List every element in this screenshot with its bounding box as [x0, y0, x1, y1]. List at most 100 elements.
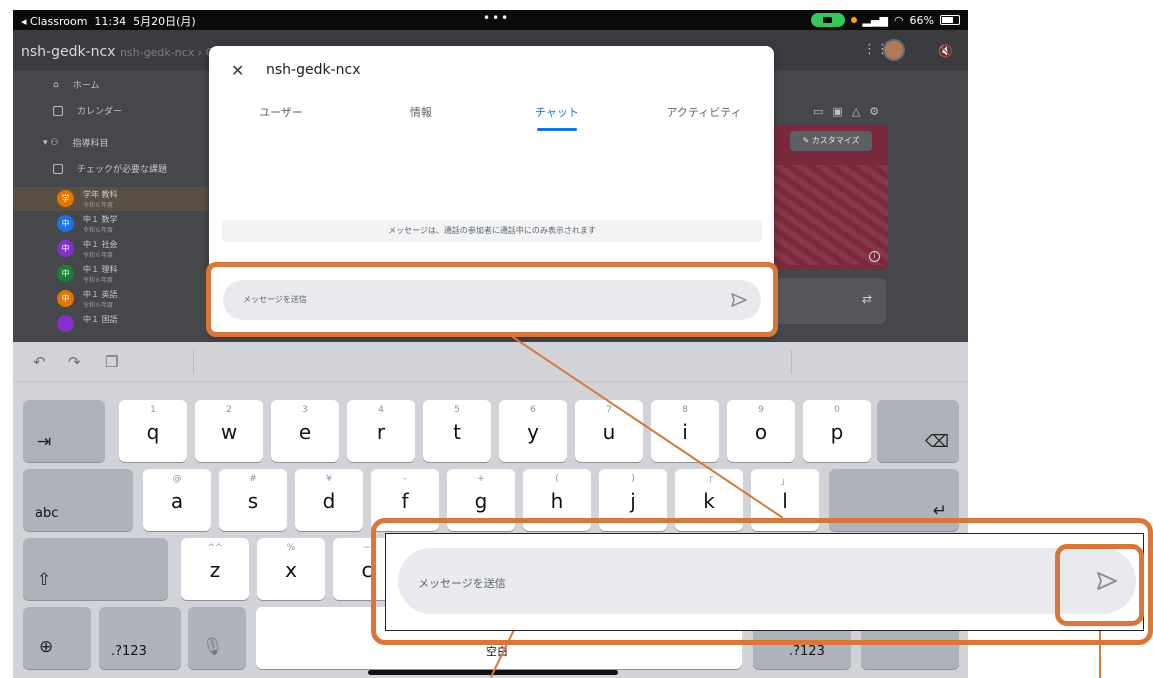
key-primary-label: h: [550, 489, 564, 513]
key-u[interactable]: 7u: [575, 400, 643, 462]
banner-pattern: [768, 165, 888, 265]
class-name: 中１ 理科: [83, 265, 118, 274]
key-primary-label: x: [285, 558, 297, 582]
key-primary-label: l: [782, 489, 788, 513]
class-list-item[interactable]: 中中１ 理科 令和６年度: [13, 262, 208, 286]
close-icon[interactable]: ✕: [231, 63, 244, 79]
class-year: 令和６年度: [83, 277, 114, 284]
class-name: 中１ 数学: [83, 215, 118, 224]
class-list-item[interactable]: 中中１ 社会 令和６年度: [13, 237, 208, 261]
tab-activity[interactable]: アクティビティ: [654, 104, 754, 120]
customize-button[interactable]: ✎ カスタマイズ: [790, 131, 872, 151]
sidebar-item-label: カレンダー: [77, 107, 123, 117]
key-primary-label: t: [453, 420, 461, 444]
class-year: 令和６年度: [83, 202, 114, 209]
sidebar-item-calendar[interactable]: カレンダー: [53, 104, 122, 117]
key-secondary-label: 6: [530, 405, 536, 415]
key-s[interactable]: # s: [219, 469, 287, 531]
status-left: ◂ Classroom 11:34 5月20日(月): [21, 13, 196, 29]
key-primary-label: r: [376, 420, 386, 444]
tab-info[interactable]: 情報: [371, 104, 471, 120]
sidebar-item-teaching[interactable]: ▾ ⚇ 指導科目: [43, 136, 109, 150]
class-list-item[interactable]: 中中１ 英語 令和６年度: [13, 287, 208, 311]
key-q[interactable]: 1q: [119, 400, 187, 462]
drive-icon[interactable]: △: [852, 105, 869, 118]
calendar-icon[interactable]: ▣: [832, 105, 851, 118]
multitask-dots[interactable]: •••: [483, 11, 510, 25]
key-t[interactable]: 5t: [423, 400, 491, 462]
wifi-icon: ◠: [893, 13, 904, 27]
key-a[interactable]: @ a: [143, 469, 211, 531]
key-secondary-label: ^^: [207, 543, 223, 553]
paste-icon[interactable]: ❐: [105, 353, 118, 371]
key-secondary-label: 5: [454, 405, 460, 415]
breadcrumb-class[interactable]: nsh-gedk-ncx: [21, 44, 116, 60]
key-d[interactable]: ¥ d: [295, 469, 363, 531]
info-icon[interactable]: i: [869, 251, 880, 262]
class-avatar: 中: [57, 290, 74, 307]
account-avatar[interactable]: [883, 39, 905, 61]
dialog-title: nsh-gedk-ncx: [266, 62, 361, 78]
key-y[interactable]: 6y: [499, 400, 567, 462]
sidebar-item-label: ホーム: [72, 81, 100, 91]
settings-icon[interactable]: ⚙: [869, 105, 888, 118]
key-secondary-label: 」: [780, 477, 790, 487]
key-e[interactable]: 3e: [271, 400, 339, 462]
abc-key[interactable]: abc: [23, 469, 133, 531]
divider: [791, 350, 792, 374]
key-primary-label: k: [703, 489, 715, 513]
key-secondary-label: 9: [758, 405, 764, 415]
key-secondary-label: -: [403, 474, 407, 484]
class-list-item[interactable]: 学学年 教科 令和６年度: [13, 187, 208, 211]
key-secondary-label: #: [249, 474, 257, 484]
class-header-icons: ▭▣△⚙: [813, 105, 888, 118]
calendar-icon: [53, 105, 63, 116]
sidebar-item-label: 指導科目: [72, 139, 109, 149]
keyboard-shortcut-bar: ↶ ↷ ❐: [13, 342, 968, 382]
active-tab-indicator: [537, 128, 577, 131]
tab-key[interactable]: ⇥: [23, 400, 105, 462]
video-icon[interactable]: ▭: [813, 105, 832, 118]
class-list-item[interactable]: 中中１ 数学 令和６年度: [13, 212, 208, 236]
key-primary-label: g: [474, 489, 488, 513]
key-secondary-label: 2: [226, 405, 232, 415]
highlight-box-input: [206, 262, 778, 337]
dictation-key[interactable]: 🎙: [188, 607, 246, 669]
mute-icon[interactable]: 🔇: [938, 44, 953, 58]
people-icon: ▾ ⚇: [43, 137, 59, 148]
home-icon: ⌂: [53, 79, 59, 90]
undo-icon[interactable]: ↶: [33, 353, 46, 371]
sidebar-item-home[interactable]: ⌂ ホーム: [53, 78, 100, 92]
switch-icon[interactable]: ⇄: [862, 292, 872, 306]
delete-key[interactable]: ⌫: [877, 400, 959, 462]
tab-chat[interactable]: チャット: [507, 104, 607, 120]
camera-in-use-icon: [810, 13, 845, 27]
key-w[interactable]: 2w: [195, 400, 263, 462]
key-primary-label: q: [146, 420, 160, 444]
numbers-label: .?123: [789, 644, 825, 659]
back-to-app-link[interactable]: ◂ Classroom: [21, 15, 87, 28]
sidebar-item-todo[interactable]: チェックが必要な課題: [53, 162, 167, 175]
key-p[interactable]: 0p: [803, 400, 871, 462]
key-r[interactable]: 4r: [347, 400, 415, 462]
class-avatar: 中: [57, 240, 74, 257]
key-primary-label: w: [220, 420, 238, 444]
key-x[interactable]: % x: [257, 538, 325, 600]
class-year: 令和６年度: [83, 302, 114, 309]
key-z[interactable]: ^^ z: [181, 538, 249, 600]
key-secondary-label: ): [631, 474, 635, 484]
class-list-item[interactable]: 中１ 国語: [13, 312, 208, 336]
key-primary-label: p: [830, 420, 844, 444]
meet-card[interactable]: ⇄: [768, 278, 886, 324]
class-name: 学年 教科: [83, 190, 118, 199]
numbers-key-left[interactable]: .?123: [99, 607, 181, 669]
key-o[interactable]: 9o: [727, 400, 795, 462]
globe-key[interactable]: ⊕: [23, 607, 91, 669]
review-icon: [53, 163, 63, 174]
customize-label: カスタマイズ: [811, 136, 860, 145]
redo-icon[interactable]: ↷: [68, 353, 81, 371]
key-secondary-label: @: [172, 474, 182, 484]
mic-indicator-icon: [850, 17, 857, 23]
shift-key[interactable]: ⇧: [23, 538, 168, 600]
tab-users[interactable]: ユーザー: [231, 104, 331, 120]
